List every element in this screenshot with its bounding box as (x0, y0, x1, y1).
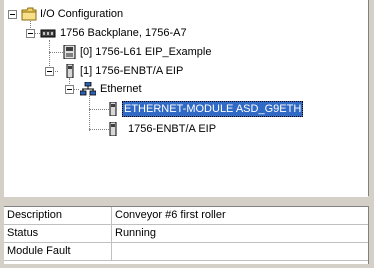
collapse-toggle[interactable] (45, 67, 54, 76)
tree-label: [1] 1756-ENBT/A EIP (80, 65, 184, 77)
tree-node-backplane[interactable]: 1756 Backplane, 1756-A7 (4, 25, 368, 41)
tree-node-slot-0-controller[interactable]: [0] 1756-L61 EIP_Example (4, 44, 368, 60)
collapse-toggle[interactable] (26, 29, 35, 38)
tree-node-ethernet[interactable]: Ethernet (4, 81, 368, 97)
property-value[interactable]: Running (112, 225, 156, 242)
io-module-icon (66, 64, 74, 78)
network-icon (80, 82, 96, 96)
properties-grid: Description Conveyor #6 first roller Sta… (4, 206, 369, 265)
tree-label: Ethernet (100, 83, 142, 95)
io-tree-view[interactable]: I/O Configuration 1756 Backplane, 1756-A… (4, 0, 369, 196)
controller-module-icon (63, 45, 76, 59)
property-key: Description (4, 207, 112, 224)
collapse-toggle[interactable] (8, 10, 17, 19)
backplane-icon (40, 29, 56, 38)
tree-label: [0] 1756-L61 EIP_Example (80, 46, 212, 58)
io-configuration-window: I/O Configuration 1756 Backplane, 1756-A… (0, 0, 374, 268)
io-module-icon (109, 102, 117, 116)
property-value[interactable] (112, 243, 115, 260)
window-bottom-edge (0, 264, 374, 268)
property-key: Module Fault (4, 243, 112, 260)
tree-label: 1756-ENBT/A EIP (128, 123, 217, 135)
tree-label: 1756 Backplane, 1756-A7 (60, 27, 187, 39)
tree-node-ethernet-module-selected[interactable]: ETHERNET-MODULE ASD_G9ETH (4, 101, 368, 117)
property-value[interactable]: Conveyor #6 first roller (112, 207, 226, 224)
tree-label-selected: ETHERNET-MODULE ASD_G9ETH (122, 101, 304, 117)
folder-icon (21, 7, 37, 21)
property-row-description: Description Conveyor #6 first roller (4, 207, 368, 225)
property-row-status: Status Running (4, 225, 368, 243)
tree-label: I/O Configuration (40, 8, 124, 20)
collapse-toggle[interactable] (65, 85, 74, 94)
tree-node-enbt-module[interactable]: 1756-ENBT/A EIP (4, 121, 368, 137)
tree-node-io-configuration[interactable]: I/O Configuration (4, 6, 368, 22)
property-key: Status (4, 225, 112, 242)
property-row-module-fault: Module Fault (4, 243, 368, 261)
tree-node-slot-1-enbt[interactable]: [1] 1756-ENBT/A EIP (4, 63, 368, 79)
io-module-icon (109, 122, 117, 136)
